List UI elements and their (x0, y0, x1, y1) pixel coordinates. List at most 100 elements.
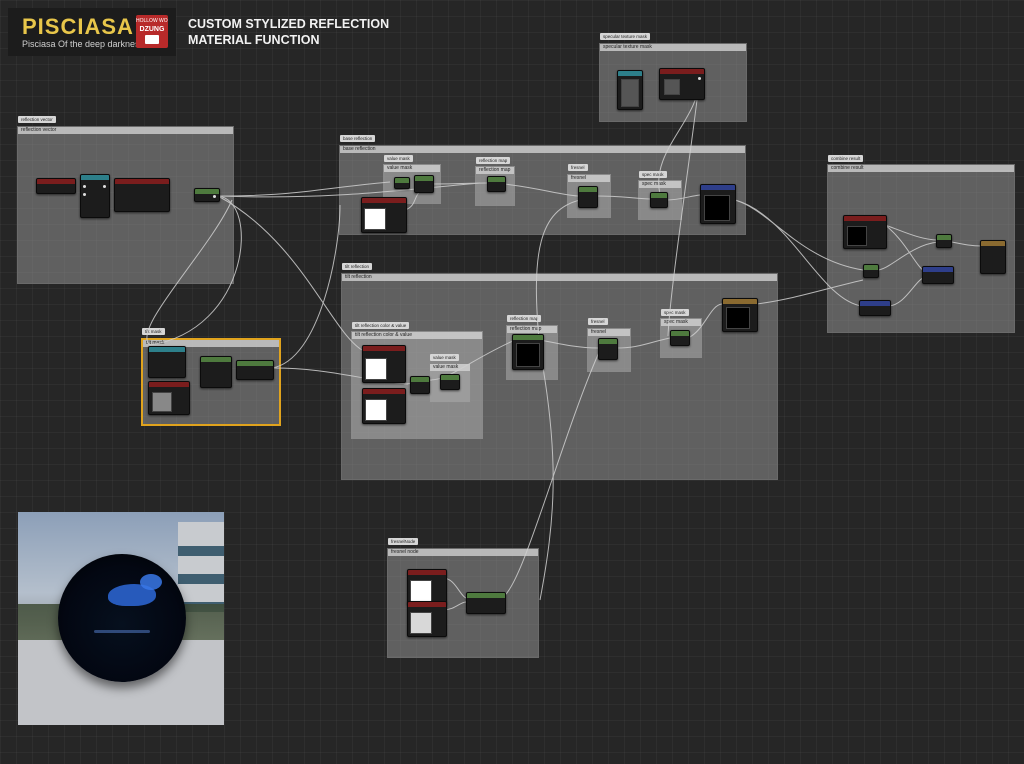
preview-icon (152, 392, 172, 412)
preview-icon (410, 580, 432, 602)
tilt-dot-node[interactable] (200, 356, 232, 388)
comment-header: fresnel (568, 175, 610, 182)
tilt-value-mask-node[interactable] (440, 374, 460, 390)
node-header (923, 267, 953, 272)
add-node[interactable] (936, 234, 952, 248)
preview-icon (726, 307, 750, 329)
base-output-node[interactable] (700, 184, 736, 224)
color-preview-icon (364, 208, 386, 230)
preview-icon (410, 612, 432, 634)
comment-tab-tilt-reflection-map[interactable]: reflection map (507, 315, 542, 322)
node-header (81, 175, 109, 180)
texture-sample-node[interactable] (617, 70, 643, 110)
node-header (395, 178, 409, 183)
page-title: CUSTOM STYLIZED REFLECTION MATERIAL FUNC… (188, 16, 428, 48)
tilt-reflection-map-node[interactable] (512, 334, 544, 370)
node-header (981, 241, 1005, 246)
node-header (844, 216, 886, 221)
node-header (488, 177, 505, 182)
tilt-clamp-node[interactable] (236, 360, 274, 380)
pin-icon[interactable] (83, 185, 86, 188)
comment-tab-tilt-color[interactable]: tilt reflection color & value (352, 322, 410, 329)
output-preview-icon (704, 195, 730, 221)
node-header (660, 69, 704, 74)
preview-icon (847, 226, 867, 246)
tilt-output-node[interactable] (722, 298, 758, 332)
comment-header: base reflection (340, 146, 745, 153)
comment-tab-tilt-value-mask[interactable]: value mask (430, 354, 459, 361)
badge-emblem-icon (145, 35, 159, 44)
comment-tab-spec-mask[interactable]: spec mask (639, 171, 667, 178)
result-output-node[interactable] (980, 240, 1006, 274)
tilt-color-node[interactable] (362, 345, 406, 383)
reflection-rim (94, 630, 150, 633)
math-node[interactable] (194, 188, 220, 202)
comment-header: tilt reflection color & value (352, 332, 482, 339)
comment-tab-base-reflection[interactable]: base reflection (340, 135, 376, 142)
input-node[interactable] (36, 178, 76, 194)
comment-header: tilt reflection (342, 274, 777, 281)
specular-mask-node[interactable] (659, 68, 705, 100)
node-header (651, 193, 667, 198)
node-header (363, 346, 405, 351)
combine-input-node[interactable] (843, 215, 887, 249)
material-preview-viewport[interactable] (18, 512, 224, 725)
comment-tab-fresnel[interactable]: fresnel (568, 164, 588, 171)
value-node[interactable] (394, 177, 410, 189)
reflection-map-node[interactable] (487, 176, 506, 192)
pin-icon[interactable] (83, 193, 86, 196)
fresnel-exponent-node[interactable] (407, 569, 447, 605)
lerp-node[interactable] (863, 264, 879, 278)
tilt-color2-node[interactable] (362, 388, 406, 424)
preview-icon (516, 343, 540, 367)
node-header (363, 389, 405, 394)
node-header (671, 331, 689, 336)
fresnel-base-node[interactable] (407, 601, 447, 637)
comment-header: value mask (430, 364, 470, 371)
blend-node[interactable] (922, 266, 954, 284)
fresnel-multiply-node[interactable] (578, 186, 598, 208)
pin-icon[interactable] (103, 185, 106, 188)
tilt-spec-mask-node[interactable] (670, 330, 690, 346)
fresnel-function-node[interactable] (466, 592, 506, 614)
multiply-node[interactable] (414, 175, 434, 193)
node-header (411, 377, 429, 382)
comment-tab-fresnel-node[interactable]: fresnelNode (388, 538, 419, 545)
building-window (178, 574, 224, 584)
texture-thumbnail-icon (664, 79, 680, 95)
comment-tab-reflection-map[interactable]: reflection map (476, 157, 511, 164)
tilt-input-node[interactable] (148, 346, 186, 378)
title-line-1: CUSTOM STYLIZED REFLECTION (188, 17, 390, 31)
tilt-multiply-node[interactable] (410, 376, 430, 394)
node-header (723, 299, 757, 304)
node-header (513, 335, 543, 340)
building-window (178, 546, 224, 556)
color-preview-icon (365, 399, 387, 421)
pin-icon[interactable] (213, 195, 216, 198)
comment-tab-tilt-reflection[interactable]: tilt reflection (342, 263, 373, 270)
reflection-color-node[interactable] (361, 197, 407, 233)
comment-header: fresnel node (388, 549, 538, 556)
tilt-value-node[interactable] (148, 381, 190, 415)
comment-tab-specular[interactable]: specular texture mask (600, 33, 651, 40)
comment-tab-value-mask[interactable]: value mask (384, 155, 413, 162)
node-header (201, 357, 231, 362)
transform-node[interactable] (80, 174, 110, 218)
comment-tab-tilt-mask[interactable]: tilt mask (142, 328, 165, 335)
node-header (115, 179, 169, 184)
mask-node[interactable] (859, 300, 891, 316)
node-header (37, 179, 75, 184)
comment-tab-combine[interactable]: combine result (828, 155, 864, 162)
node-header (618, 71, 642, 76)
comment-tab-reflection-vector[interactable]: reflection vector (18, 116, 56, 123)
node-header (579, 187, 597, 192)
pin-icon[interactable] (698, 77, 701, 80)
comment-tab-tilt-spec-mask[interactable]: spec mask (661, 309, 689, 316)
node-header (937, 235, 951, 240)
spec-mask-node[interactable] (650, 192, 668, 208)
brand-badge-icon: HOLLOW WORKSHOP DZUNG (136, 15, 168, 48)
comment-tab-tilt-fresnel[interactable]: fresnel (588, 318, 608, 325)
comment-header: combine result (828, 165, 1014, 172)
tilt-fresnel-node[interactable] (598, 338, 618, 360)
reflection-vector-node[interactable] (114, 178, 170, 212)
